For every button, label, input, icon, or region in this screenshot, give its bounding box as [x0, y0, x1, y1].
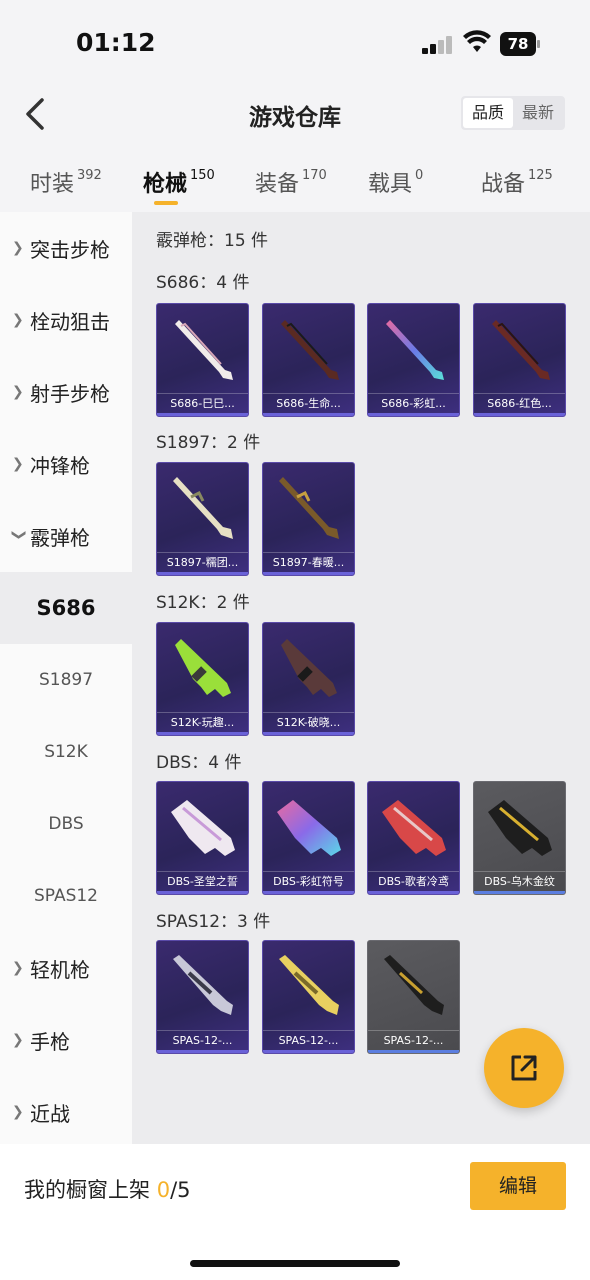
weapon-card[interactable]: S686-巳巳...: [156, 303, 249, 417]
weapon-card[interactable]: S12K-玩趣...: [156, 622, 249, 736]
category-tabs: 时装 392 枪械 150 装备 170 载具 0 战备 125: [0, 160, 590, 212]
weapon-grid: 霰弹枪：15 件 S686：4 件 S686-巳巳... S686-生命... …: [132, 212, 590, 1144]
shotgun-icon: [384, 955, 444, 1015]
active-tab-indicator: [154, 201, 178, 205]
sort-toggle: 品质 最新: [461, 96, 565, 130]
weapon-card[interactable]: DBS-彩虹符号: [262, 781, 355, 895]
edit-button[interactable]: 编辑: [470, 1162, 566, 1210]
sidebar-item-lmg[interactable]: ❯ 轻机枪: [0, 932, 132, 1004]
sort-latest-button[interactable]: 最新: [513, 98, 563, 128]
sidebar-item-s12k[interactable]: S12K: [0, 716, 132, 788]
weapon-card[interactable]: S686-红色...: [473, 303, 566, 417]
weapon-card[interactable]: S686-生命...: [262, 303, 355, 417]
shotgun-icon: [281, 320, 339, 380]
status-bar: 01:12 78: [0, 0, 590, 88]
header: 游戏仓库 品质 最新: [0, 88, 590, 144]
battery-icon: 78: [500, 32, 540, 56]
share-button[interactable]: [484, 1028, 564, 1108]
weapon-card[interactable]: S686-彩虹...: [367, 303, 460, 417]
group-title-s1897: S1897：2 件: [156, 433, 261, 453]
share-icon: [511, 1055, 537, 1081]
sidebar-item-dbs[interactable]: DBS: [0, 788, 132, 860]
chevron-right-icon: ❯: [12, 384, 24, 400]
shotgun-icon: [279, 477, 339, 539]
group-title-s12k: S12K：2 件: [156, 593, 250, 613]
shotgun-icon: [173, 955, 233, 1015]
sidebar-item-s1897[interactable]: S1897: [0, 644, 132, 716]
shotgun-icon: [382, 800, 446, 856]
sidebar-item-smg[interactable]: ❯ 冲锋枪: [0, 428, 132, 500]
group-title-dbs: DBS：4 件: [156, 753, 242, 773]
sidebar-item-shotgun[interactable]: ❯ 霰弹枪: [0, 500, 132, 572]
sidebar-item-pistol[interactable]: ❯ 手枪: [0, 1004, 132, 1076]
weapon-card[interactable]: SPAS-12-...: [262, 940, 355, 1054]
sidebar-item-marksman-rifle[interactable]: ❯ 射手步枪: [0, 356, 132, 428]
group-title-spas12: SPAS12：3 件: [156, 912, 271, 932]
shotgun-icon: [279, 955, 339, 1015]
category-count: 霰弹枪：15 件: [156, 231, 269, 251]
sidebar-item-bolt-sniper[interactable]: ❯ 栓动狙击: [0, 284, 132, 356]
weapon-type-sidebar: ❯ 突击步枪 ❯ 栓动狙击 ❯ 射手步枪 ❯ 冲锋枪 ❯ 霰弹枪 S686 S1897 S…: [0, 212, 132, 1144]
weapon-card[interactable]: S12K-破晓...: [262, 622, 355, 736]
tab-supplies[interactable]: 战备 125: [481, 166, 553, 198]
weapon-card[interactable]: S1897-春暖...: [262, 462, 355, 576]
sidebar-item-s686[interactable]: S686: [0, 572, 132, 644]
weapon-card[interactable]: SPAS-12-...: [156, 940, 249, 1054]
weapon-card[interactable]: S1897-糯团...: [156, 462, 249, 576]
sidebar-item-melee[interactable]: ❯ 近战: [0, 1076, 132, 1148]
tab-equipment[interactable]: 装备 170: [255, 166, 327, 198]
shotgun-icon: [175, 639, 231, 697]
group-title-s686: S686：4 件: [156, 273, 250, 293]
shotgun-icon: [488, 800, 552, 856]
tab-fashion[interactable]: 时装 392: [30, 166, 102, 198]
shotgun-icon: [492, 320, 550, 380]
battery-level: 78: [500, 32, 536, 56]
home-indicator[interactable]: [190, 1260, 400, 1267]
shelf-status: 我的橱窗上架 0/5: [24, 1178, 191, 1202]
sidebar-item-spas12[interactable]: SPAS12: [0, 860, 132, 932]
shelf-count: 0: [156, 1178, 171, 1202]
shotgun-icon: [175, 320, 233, 380]
chevron-right-icon: ❯: [12, 312, 24, 328]
weapon-card[interactable]: SPAS-12-...: [367, 940, 460, 1054]
shotgun-icon: [386, 320, 444, 380]
tab-firearms[interactable]: 枪械 150: [143, 166, 215, 198]
shotgun-icon: [173, 477, 233, 539]
shotgun-icon: [171, 800, 235, 856]
wifi-icon: [463, 30, 491, 52]
sidebar-item-assault-rifle[interactable]: ❯ 突击步枪: [0, 212, 132, 284]
tab-vehicles[interactable]: 载具 0: [368, 166, 423, 198]
shotgun-icon: [277, 800, 341, 856]
chevron-right-icon: ❯: [12, 1104, 24, 1120]
sort-quality-button[interactable]: 品质: [463, 98, 513, 128]
status-time: 01:12: [76, 28, 156, 57]
weapon-card[interactable]: DBS-乌木金纹: [473, 781, 566, 895]
bottom-bar: 我的橱窗上架 0/5 编辑: [0, 1144, 590, 1280]
weapon-card[interactable]: DBS-歌者冷鸢: [367, 781, 460, 895]
weapon-card[interactable]: DBS-圣堂之誓: [156, 781, 249, 895]
shotgun-icon: [281, 639, 337, 697]
chevron-down-icon: ❯: [11, 529, 27, 541]
chevron-right-icon: ❯: [12, 240, 24, 256]
chevron-right-icon: ❯: [12, 456, 24, 472]
chevron-right-icon: ❯: [12, 960, 24, 976]
cellular-signal-icon: [422, 34, 454, 54]
chevron-right-icon: ❯: [12, 1032, 24, 1048]
